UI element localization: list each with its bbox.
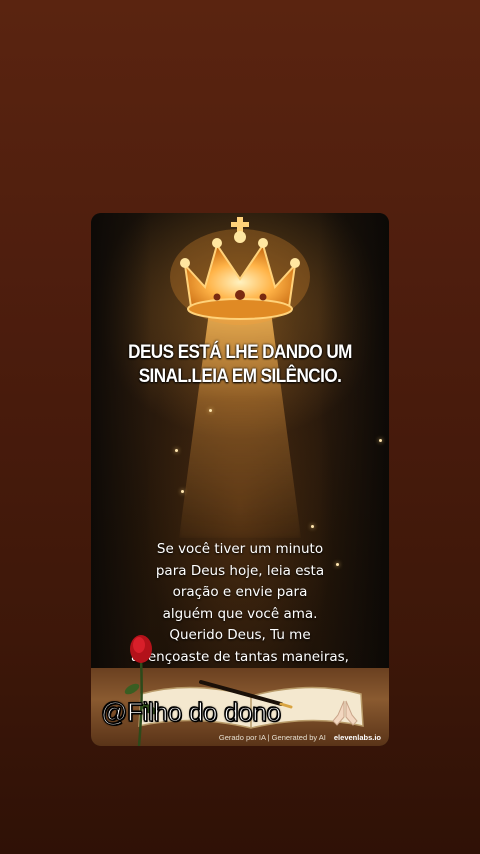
praying-hands-icon	[332, 700, 358, 726]
sparkle	[379, 439, 382, 442]
prayer-line: Se você tiver um minuto	[156, 541, 324, 557]
watermark-handle: @Filho do dono	[100, 696, 281, 727]
sparkle	[181, 490, 184, 493]
post-card[interactable]: DEUS ESTÁ LHE DANDO UM SINAL.LEIA EM SIL…	[91, 213, 389, 746]
crown-icon	[170, 217, 310, 325]
prayer-line: alguém que você ama.	[162, 605, 318, 622]
sparkle	[311, 525, 314, 528]
prayer-line: oração e envie para	[172, 584, 308, 600]
headline: DEUS ESTÁ LHE DANDO UM SINAL.LEIA EM SIL…	[106, 341, 374, 389]
headline-line-1: DEUS ESTÁ LHE DANDO UM	[128, 342, 352, 363]
sparkle	[175, 449, 178, 452]
ai-credit-brand: elevenlabs.io	[333, 733, 381, 742]
sparkle	[209, 409, 212, 412]
headline-line-2: SINAL.LEIA EM SILÊNCIO.	[138, 366, 342, 387]
ai-credit: Gerado por IA | Generated by AI elevenlab…	[219, 733, 381, 742]
prayer-line: para Deus hoje, leia esta	[155, 562, 325, 579]
ai-credit-text: Gerado por IA | Generated by AI	[218, 733, 326, 742]
rose-icon	[124, 635, 157, 746]
